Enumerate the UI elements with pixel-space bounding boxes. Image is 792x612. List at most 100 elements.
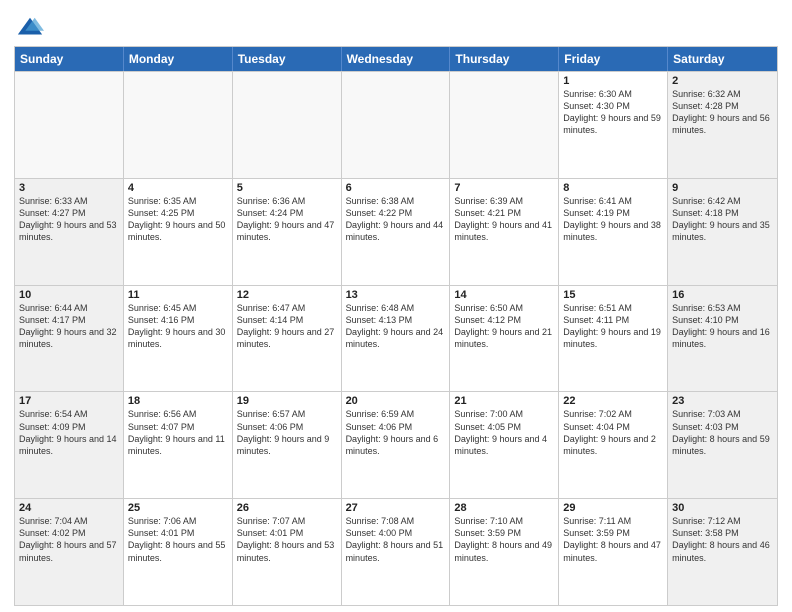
table-row: 25Sunrise: 7:06 AMSunset: 4:01 PMDayligh… (124, 499, 233, 605)
day-info: Sunrise: 6:50 AMSunset: 4:12 PMDaylight:… (454, 302, 554, 351)
day-info: Sunrise: 6:47 AMSunset: 4:14 PMDaylight:… (237, 302, 337, 351)
table-row: 11Sunrise: 6:45 AMSunset: 4:16 PMDayligh… (124, 286, 233, 392)
day-info: Sunrise: 6:30 AMSunset: 4:30 PMDaylight:… (563, 88, 663, 137)
day-number: 15 (563, 289, 663, 301)
table-row: 23Sunrise: 7:03 AMSunset: 4:03 PMDayligh… (668, 392, 777, 498)
table-row (233, 72, 342, 178)
day-info: Sunrise: 6:59 AMSunset: 4:06 PMDaylight:… (346, 408, 446, 457)
day-info: Sunrise: 7:12 AMSunset: 3:58 PMDaylight:… (672, 515, 773, 564)
table-row: 13Sunrise: 6:48 AMSunset: 4:13 PMDayligh… (342, 286, 451, 392)
table-row: 24Sunrise: 7:04 AMSunset: 4:02 PMDayligh… (15, 499, 124, 605)
day-number: 25 (128, 502, 228, 514)
day-number: 29 (563, 502, 663, 514)
table-row: 16Sunrise: 6:53 AMSunset: 4:10 PMDayligh… (668, 286, 777, 392)
table-row (342, 72, 451, 178)
calendar: SundayMondayTuesdayWednesdayThursdayFrid… (14, 46, 778, 606)
logo (14, 14, 44, 42)
table-row: 15Sunrise: 6:51 AMSunset: 4:11 PMDayligh… (559, 286, 668, 392)
day-number: 21 (454, 395, 554, 407)
table-row: 22Sunrise: 7:02 AMSunset: 4:04 PMDayligh… (559, 392, 668, 498)
day-header-tuesday: Tuesday (233, 47, 342, 71)
day-number: 1 (563, 75, 663, 87)
table-row: 10Sunrise: 6:44 AMSunset: 4:17 PMDayligh… (15, 286, 124, 392)
day-number: 24 (19, 502, 119, 514)
logo-icon (16, 14, 44, 42)
table-row (15, 72, 124, 178)
table-row: 27Sunrise: 7:08 AMSunset: 4:00 PMDayligh… (342, 499, 451, 605)
table-row: 30Sunrise: 7:12 AMSunset: 3:58 PMDayligh… (668, 499, 777, 605)
day-header-sunday: Sunday (15, 47, 124, 71)
table-row: 8Sunrise: 6:41 AMSunset: 4:19 PMDaylight… (559, 179, 668, 285)
day-number: 10 (19, 289, 119, 301)
day-number: 3 (19, 182, 119, 194)
table-row: 17Sunrise: 6:54 AMSunset: 4:09 PMDayligh… (15, 392, 124, 498)
day-info: Sunrise: 7:02 AMSunset: 4:04 PMDaylight:… (563, 408, 663, 457)
table-row: 21Sunrise: 7:00 AMSunset: 4:05 PMDayligh… (450, 392, 559, 498)
table-row: 20Sunrise: 6:59 AMSunset: 4:06 PMDayligh… (342, 392, 451, 498)
day-header-wednesday: Wednesday (342, 47, 451, 71)
table-row: 4Sunrise: 6:35 AMSunset: 4:25 PMDaylight… (124, 179, 233, 285)
day-info: Sunrise: 6:32 AMSunset: 4:28 PMDaylight:… (672, 88, 773, 137)
table-row: 3Sunrise: 6:33 AMSunset: 4:27 PMDaylight… (15, 179, 124, 285)
table-row: 28Sunrise: 7:10 AMSunset: 3:59 PMDayligh… (450, 499, 559, 605)
day-info: Sunrise: 7:08 AMSunset: 4:00 PMDaylight:… (346, 515, 446, 564)
day-number: 12 (237, 289, 337, 301)
day-info: Sunrise: 7:03 AMSunset: 4:03 PMDaylight:… (672, 408, 773, 457)
day-info: Sunrise: 6:48 AMSunset: 4:13 PMDaylight:… (346, 302, 446, 351)
table-row: 9Sunrise: 6:42 AMSunset: 4:18 PMDaylight… (668, 179, 777, 285)
day-info: Sunrise: 6:42 AMSunset: 4:18 PMDaylight:… (672, 195, 773, 244)
table-row (450, 72, 559, 178)
table-row: 7Sunrise: 6:39 AMSunset: 4:21 PMDaylight… (450, 179, 559, 285)
table-row: 18Sunrise: 6:56 AMSunset: 4:07 PMDayligh… (124, 392, 233, 498)
day-info: Sunrise: 7:11 AMSunset: 3:59 PMDaylight:… (563, 515, 663, 564)
day-number: 4 (128, 182, 228, 194)
table-row: 5Sunrise: 6:36 AMSunset: 4:24 PMDaylight… (233, 179, 342, 285)
day-info: Sunrise: 6:38 AMSunset: 4:22 PMDaylight:… (346, 195, 446, 244)
table-row: 1Sunrise: 6:30 AMSunset: 4:30 PMDaylight… (559, 72, 668, 178)
day-number: 2 (672, 75, 773, 87)
day-info: Sunrise: 6:41 AMSunset: 4:19 PMDaylight:… (563, 195, 663, 244)
table-row: 6Sunrise: 6:38 AMSunset: 4:22 PMDaylight… (342, 179, 451, 285)
day-info: Sunrise: 7:04 AMSunset: 4:02 PMDaylight:… (19, 515, 119, 564)
day-number: 19 (237, 395, 337, 407)
day-info: Sunrise: 6:33 AMSunset: 4:27 PMDaylight:… (19, 195, 119, 244)
day-number: 30 (672, 502, 773, 514)
day-header-saturday: Saturday (668, 47, 777, 71)
day-info: Sunrise: 6:36 AMSunset: 4:24 PMDaylight:… (237, 195, 337, 244)
day-number: 17 (19, 395, 119, 407)
day-header-monday: Monday (124, 47, 233, 71)
day-info: Sunrise: 7:00 AMSunset: 4:05 PMDaylight:… (454, 408, 554, 457)
week-row-2: 3Sunrise: 6:33 AMSunset: 4:27 PMDaylight… (15, 178, 777, 285)
week-row-3: 10Sunrise: 6:44 AMSunset: 4:17 PMDayligh… (15, 285, 777, 392)
day-info: Sunrise: 6:51 AMSunset: 4:11 PMDaylight:… (563, 302, 663, 351)
week-row-4: 17Sunrise: 6:54 AMSunset: 4:09 PMDayligh… (15, 391, 777, 498)
day-info: Sunrise: 7:07 AMSunset: 4:01 PMDaylight:… (237, 515, 337, 564)
table-row: 2Sunrise: 6:32 AMSunset: 4:28 PMDaylight… (668, 72, 777, 178)
day-info: Sunrise: 6:54 AMSunset: 4:09 PMDaylight:… (19, 408, 119, 457)
day-number: 23 (672, 395, 773, 407)
day-info: Sunrise: 7:10 AMSunset: 3:59 PMDaylight:… (454, 515, 554, 564)
day-number: 13 (346, 289, 446, 301)
day-number: 11 (128, 289, 228, 301)
day-number: 27 (346, 502, 446, 514)
day-info: Sunrise: 6:45 AMSunset: 4:16 PMDaylight:… (128, 302, 228, 351)
day-number: 22 (563, 395, 663, 407)
day-info: Sunrise: 6:44 AMSunset: 4:17 PMDaylight:… (19, 302, 119, 351)
day-number: 9 (672, 182, 773, 194)
table-row (124, 72, 233, 178)
day-number: 26 (237, 502, 337, 514)
day-info: Sunrise: 7:06 AMSunset: 4:01 PMDaylight:… (128, 515, 228, 564)
day-number: 20 (346, 395, 446, 407)
day-number: 16 (672, 289, 773, 301)
day-header-thursday: Thursday (450, 47, 559, 71)
table-row: 12Sunrise: 6:47 AMSunset: 4:14 PMDayligh… (233, 286, 342, 392)
day-number: 28 (454, 502, 554, 514)
day-info: Sunrise: 6:56 AMSunset: 4:07 PMDaylight:… (128, 408, 228, 457)
day-number: 14 (454, 289, 554, 301)
day-info: Sunrise: 6:39 AMSunset: 4:21 PMDaylight:… (454, 195, 554, 244)
calendar-header: SundayMondayTuesdayWednesdayThursdayFrid… (15, 47, 777, 71)
day-number: 18 (128, 395, 228, 407)
week-row-5: 24Sunrise: 7:04 AMSunset: 4:02 PMDayligh… (15, 498, 777, 605)
day-header-friday: Friday (559, 47, 668, 71)
table-row: 29Sunrise: 7:11 AMSunset: 3:59 PMDayligh… (559, 499, 668, 605)
